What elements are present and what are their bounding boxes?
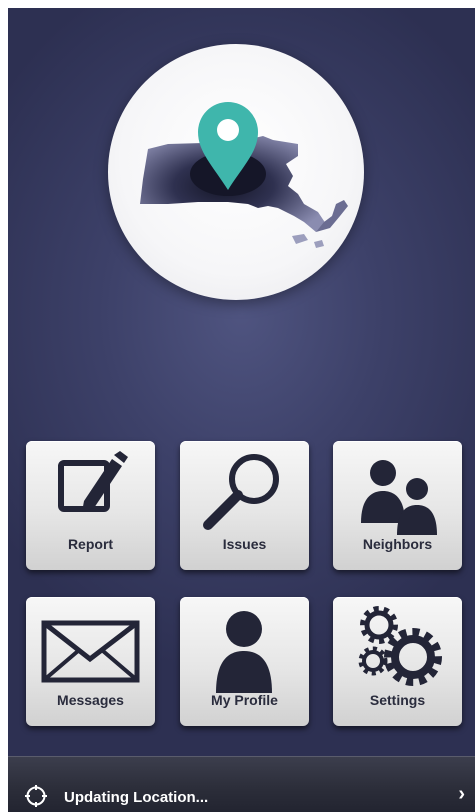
messages-button[interactable]: Messages bbox=[26, 597, 155, 726]
issues-label: Issues bbox=[222, 536, 267, 552]
messages-label: Messages bbox=[57, 692, 124, 708]
settings-button[interactable]: Settings bbox=[333, 597, 462, 726]
neighbors-button[interactable]: Neighbors bbox=[333, 441, 462, 570]
app-logo bbox=[108, 44, 364, 300]
my-profile-label: My Profile bbox=[211, 692, 278, 708]
issues-button[interactable]: Issues bbox=[180, 441, 309, 570]
my-profile-button[interactable]: My Profile bbox=[180, 597, 309, 726]
status-text: Updating Location... bbox=[64, 789, 209, 806]
crosshair-icon bbox=[25, 785, 47, 807]
neighbors-label: Neighbors bbox=[362, 536, 433, 552]
settings-label: Settings bbox=[369, 692, 426, 708]
chevron-right-icon: › bbox=[458, 783, 465, 805]
massachusetts-map-pin-icon bbox=[140, 102, 348, 248]
location-status-bar[interactable]: Updating Location... › bbox=[8, 756, 475, 812]
report-button[interactable]: Report bbox=[26, 441, 155, 570]
home-screen: Report Issues Neighbors Messages My Prof… bbox=[8, 8, 475, 812]
report-label: Report bbox=[67, 536, 114, 552]
